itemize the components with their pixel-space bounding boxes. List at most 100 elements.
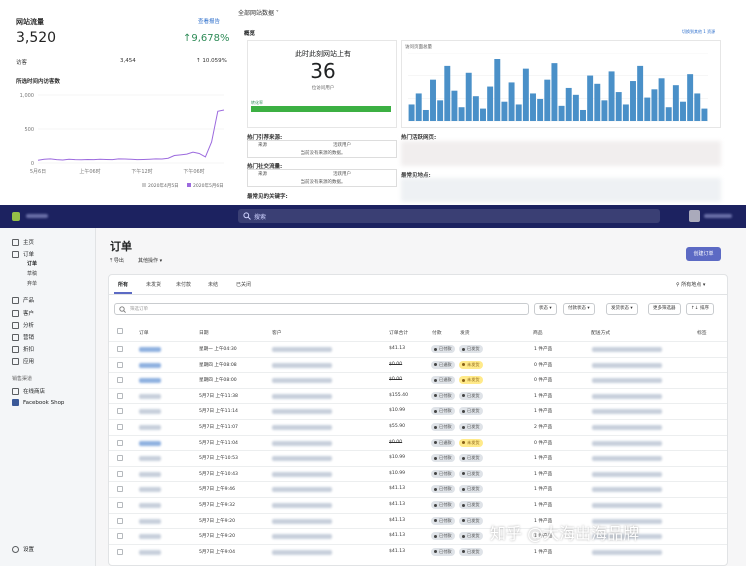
row-checkbox[interactable] [117, 548, 123, 555]
locations-map-blurred [401, 178, 721, 202]
column-header[interactable]: 客户 [272, 329, 282, 336]
x-tick-label: 下午12时 [131, 168, 152, 175]
tab-3[interactable]: 未结 [208, 281, 218, 288]
table-row[interactable]: 5月7日 上午11:14 $10.99 已付款 已发货 1 件产品 [109, 403, 727, 419]
tabs-divider [109, 294, 727, 295]
sidebar-subitem-1[interactable]: 草稿 [27, 270, 37, 277]
row-checkbox[interactable] [117, 439, 123, 446]
table-row[interactable]: 5月7日 上午11:07 $55.90 已付款 已发货 2 件产品 [109, 419, 727, 435]
pageview-bar [508, 82, 515, 121]
view-report-link[interactable]: 查看报告 [198, 17, 220, 25]
row-checkbox[interactable] [117, 455, 123, 462]
column-header[interactable]: 配送方式 [591, 329, 610, 336]
sidebar-item-2[interactable]: 产品 [12, 296, 34, 304]
sidebar-item-6[interactable]: 折扣 [12, 345, 34, 353]
column-header[interactable]: 商品 [533, 329, 543, 336]
row-checkbox[interactable] [117, 361, 123, 368]
switch-resource-link[interactable]: 切换到其他 1 资源 [682, 29, 715, 35]
row-checkbox[interactable] [117, 377, 123, 384]
row-checkbox[interactable] [117, 517, 123, 524]
table-row[interactable]: 5月7日 上午11:38 $155.40 已付款 已发货 1 件产品 [109, 387, 727, 404]
table-row[interactable]: 星期四 上午08:08 $0.00 已退款 未发货 0 件产品 [109, 356, 727, 373]
tab-0[interactable]: 所有 [118, 281, 128, 288]
user-name-blurred [704, 214, 732, 218]
admin-search-input[interactable]: 搜索 [238, 209, 660, 223]
table-row[interactable]: 5月7日 上午11:04 $0.00 已退款 未发货 0 件产品 [109, 434, 727, 451]
filter-button-0[interactable]: 状态 ▾ [534, 303, 557, 315]
filter-placeholder: 筛选订单 [130, 307, 148, 312]
order-date: 5月7日 上午9:20 [199, 534, 235, 540]
filter-button-4[interactable]: ↑↓ 排序 [686, 303, 714, 315]
order-filter-input[interactable]: 筛选订单 [114, 303, 529, 315]
order-number-blurred [139, 409, 161, 415]
pageview-bar [472, 96, 479, 121]
sidebar-item-3[interactable]: 客户 [12, 309, 34, 317]
delivery-method-blurred [592, 503, 662, 508]
filter-button-2[interactable]: 发货状态 ▾ [606, 303, 638, 315]
column-header[interactable]: 标签 [697, 329, 707, 336]
visitors-label: 访客 [16, 60, 28, 66]
pageview-bar [415, 93, 422, 121]
row-checkbox[interactable] [117, 346, 123, 352]
sidebar-subitem-0[interactable]: 订单 [27, 260, 37, 267]
sidebar-item-7[interactable]: 应用 [12, 357, 34, 365]
sidebar-item-label: 订单 [23, 252, 35, 258]
row-checkbox[interactable] [117, 470, 123, 477]
row-checkbox[interactable] [117, 424, 123, 430]
filter-button-3[interactable]: 更多筛选器 [648, 303, 681, 315]
table-row[interactable]: 5月7日 上午10:43 $10.99 已付款 已发货 1 件产品 [109, 465, 727, 482]
column-header[interactable]: 订单 [139, 329, 149, 336]
tab-4[interactable]: 已关闭 [236, 281, 251, 288]
column-header[interactable]: 日期 [199, 329, 209, 336]
sidebar-item-label: 应用 [23, 359, 35, 365]
pageview-bar [458, 107, 465, 121]
select-all-checkbox[interactable] [117, 328, 123, 334]
row-checkbox[interactable] [117, 486, 123, 493]
pageview-bar [522, 68, 529, 121]
channel-item-1[interactable]: Facebook Shop [12, 399, 64, 406]
pageview-bar [608, 71, 615, 121]
row-checkbox[interactable] [117, 533, 123, 540]
fulfillment-status-badge: 已发货 [459, 454, 483, 463]
sidebar-item-0[interactable]: 主页 [12, 238, 34, 246]
table-row[interactable]: 5月7日 上午9:46 $41.13 已付款 已发货 1 件产品 [109, 481, 727, 497]
items-count: 1 件产品 [534, 503, 553, 508]
row-checkbox[interactable] [117, 408, 123, 415]
table-row[interactable]: 5月7日 上午9:32 $41.13 已付款 已发货 1 件产品 [109, 497, 727, 513]
order-date: 5月7日 上午10:53 [199, 456, 238, 462]
order-date: 5月7日 上午11:14 [199, 409, 238, 415]
column-header[interactable]: 付款 [432, 329, 442, 336]
table-row[interactable]: 星期一 上午04:30 $41.13 已付款 已发货 1 件产品 [109, 341, 727, 357]
sidebar-item-4[interactable]: 分析 [12, 321, 34, 329]
table-row[interactable]: 5月7日 上午10:53 $10.99 已付款 已发货 1 件产品 [109, 450, 727, 466]
visitors-line-chart: 1,000 500 0 5月6日 上午06时 下午12时 下午06时 2020年4月5日 202… [20, 93, 225, 189]
export-button[interactable]: ⤒ 导出 [110, 257, 124, 264]
pageview-bar [615, 92, 622, 121]
filter-button-1[interactable]: 付款状态 ▾ [563, 303, 595, 315]
channel-item-0[interactable]: 在线商店 [12, 387, 45, 395]
create-order-button[interactable]: 创建订单 [686, 247, 721, 261]
row-checkbox[interactable] [117, 392, 123, 399]
analytics-header[interactable]: 全部网站数据 ˅ [238, 8, 279, 17]
sidebar-item-5[interactable]: 营销 [12, 333, 34, 341]
stats-title: 网站流量 [16, 18, 44, 26]
location-filter[interactable]: ⚲ 所有地点 ▾ [676, 281, 705, 288]
column-header[interactable]: 订单合计 [389, 329, 408, 336]
sidebar-subitem-2[interactable]: 弃单 [27, 280, 37, 287]
row-checkbox[interactable] [117, 502, 123, 508]
sidebar-item-label: 主页 [23, 240, 35, 246]
more-actions-button[interactable]: 其他操作 ▾ [138, 257, 162, 264]
items-count: 1 件产品 [534, 409, 553, 415]
table-row[interactable]: 星期四 上午08:00 $0.00 已退款 未发货 0 件产品 [109, 372, 727, 388]
column-header[interactable]: 发货 [460, 329, 470, 336]
items-count: 0 件产品 [534, 378, 553, 384]
tab-1[interactable]: 未发货 [146, 281, 161, 288]
channel-label: Facebook Shop [23, 399, 65, 406]
tab-2[interactable]: 未付款 [176, 281, 191, 288]
avatar[interactable] [689, 210, 700, 222]
items-count: 1 件产品 [534, 487, 553, 493]
settings-item[interactable]: 设置 [12, 545, 34, 553]
customer-blurred [272, 487, 332, 493]
sidebar-item-1[interactable]: 订单 [12, 250, 34, 258]
table-row[interactable]: 5月7日 上午9:04 $41.13 已付款 已发货 1 件产品 [109, 543, 727, 560]
